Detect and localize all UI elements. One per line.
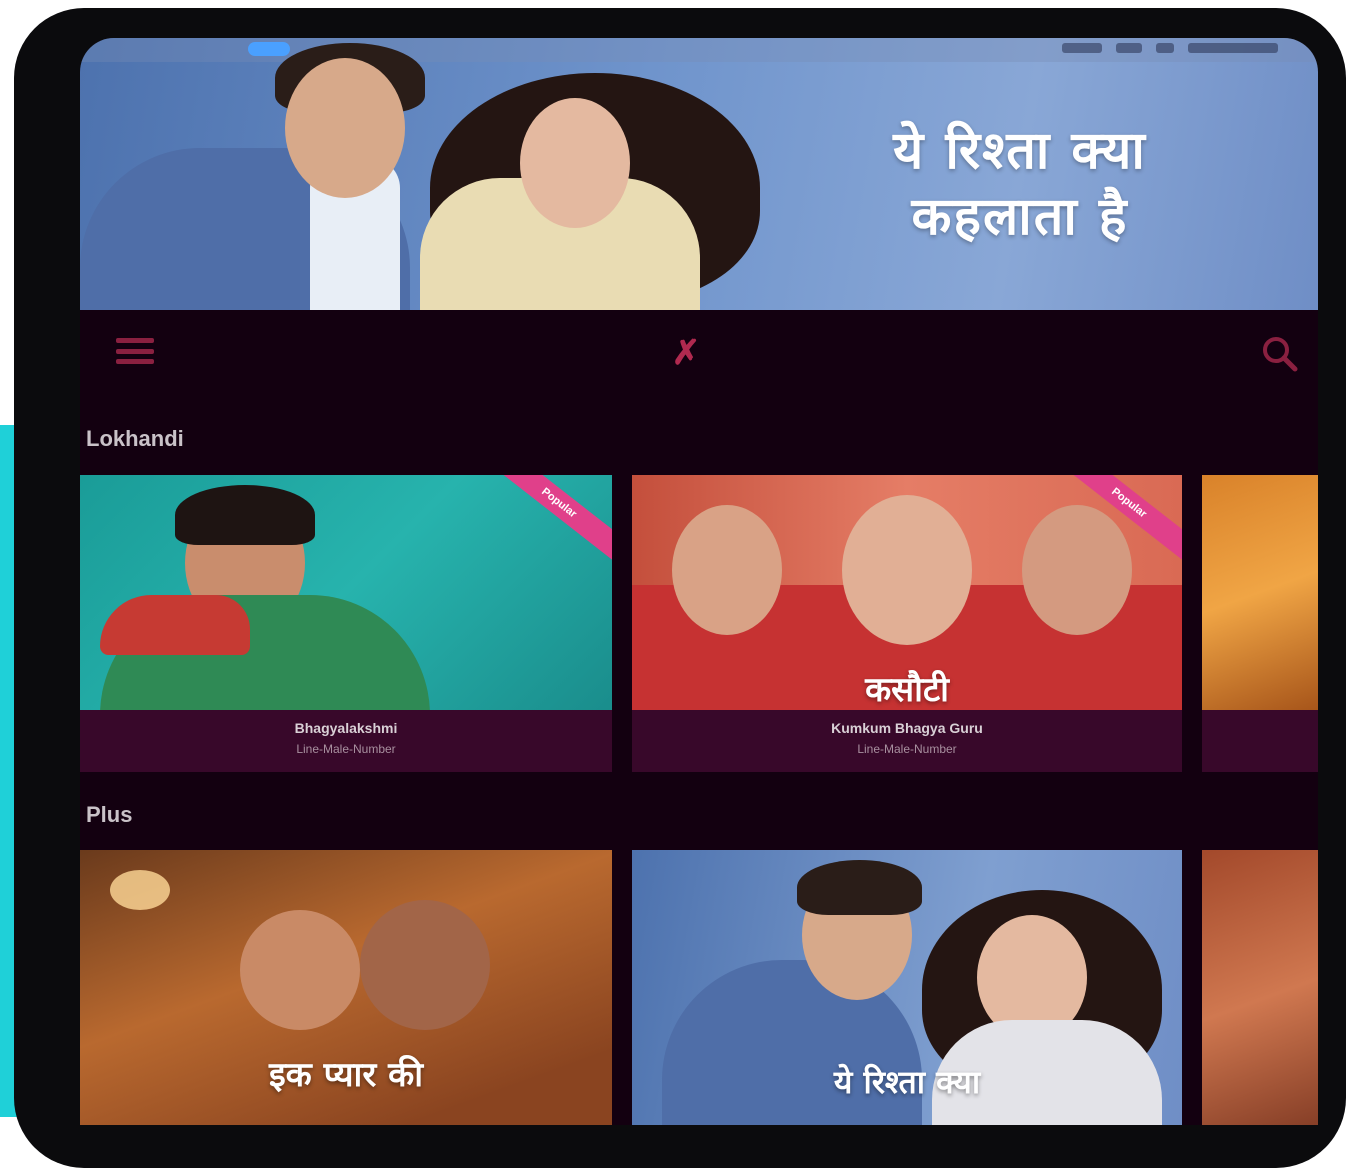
thumb-saree-border	[100, 595, 250, 655]
show-thumbnail: कसौटी	[632, 475, 1182, 710]
search-icon[interactable]	[1260, 334, 1298, 372]
thumb-light	[110, 870, 170, 910]
card-title: Bhagyalakshmi	[294, 720, 398, 736]
hamburger-menu-icon[interactable]	[116, 338, 154, 364]
show-thumbnail: इक प्यार की	[80, 850, 612, 1125]
network-icon	[1156, 43, 1174, 53]
show-thumbnail: ये रिश्ता क्या	[632, 850, 1182, 1125]
show-card-4[interactable]: इक प्यार की	[80, 850, 612, 1125]
phone-frame: ये रिश्ता क्या कहलाता है ✗ Lokhandi Popu…	[14, 8, 1346, 1168]
show-card-5[interactable]: ये रिश्ता क्या	[632, 850, 1182, 1125]
card-subtitle: Line-Male-Number	[857, 742, 957, 756]
wifi-icon	[1116, 43, 1142, 53]
hero-woman-face	[520, 98, 630, 228]
hero-man-face	[285, 58, 405, 198]
carousel-row-lokhandi: Popular Bhagyalakshmi Line-Male-Number क…	[80, 475, 1318, 775]
thumb-hair	[797, 860, 922, 915]
hero-title: ये रिश्ता क्या कहलाता है	[760, 118, 1280, 250]
thumb-face	[240, 910, 360, 1030]
hero-banner[interactable]: ये रिश्ता क्या कहलाता है	[80, 38, 1318, 310]
poster-title: इक प्यार की	[268, 1055, 424, 1095]
show-card-3[interactable]	[1202, 475, 1318, 775]
status-icons	[978, 43, 1278, 55]
menu-line	[116, 348, 154, 354]
menu-line	[116, 338, 154, 343]
poster-title: कसौटी	[865, 670, 949, 710]
battery-icon	[1188, 43, 1278, 53]
status-indicator	[248, 42, 290, 56]
top-nav-bar: ✗	[80, 310, 1318, 398]
show-thumbnail	[1202, 850, 1318, 1125]
signal-icon	[1062, 43, 1102, 53]
show-card-6[interactable]	[1202, 850, 1318, 1125]
hero-title-line-1: ये रिश्ता क्या	[893, 121, 1147, 181]
thumb-face	[842, 495, 972, 645]
section-title-plus: Plus	[86, 802, 133, 827]
poster-title: ये रिश्ता क्या	[833, 1063, 981, 1101]
carousel-row-plus: इक प्यार की ये रिश्ता क्या	[80, 850, 1318, 1125]
card-info: Bhagyalakshmi Line-Male-Number	[80, 710, 612, 772]
app-logo-icon[interactable]: ✗	[665, 336, 707, 370]
section-title-lokhandi: Lokhandi	[86, 426, 184, 451]
card-info: Kumkum Bhagya Guru Line-Male-Number	[632, 710, 1182, 772]
show-card-1[interactable]: Popular Bhagyalakshmi Line-Male-Number	[80, 475, 612, 775]
show-thumbnail	[1202, 475, 1318, 710]
show-thumbnail	[80, 475, 612, 710]
card-info	[1202, 710, 1318, 772]
hero-title-line-2: कहलाता है	[911, 187, 1129, 247]
app-screen: ये रिश्ता क्या कहलाता है ✗ Lokhandi Popu…	[80, 38, 1318, 1125]
thumb-face	[360, 900, 490, 1030]
thumb-face	[1022, 505, 1132, 635]
thumb-face	[672, 505, 782, 635]
thumb-hair	[175, 485, 315, 545]
card-title: Kumkum Bhagya Guru	[831, 720, 983, 736]
status-bar	[80, 38, 1318, 62]
menu-line	[116, 359, 154, 364]
card-subtitle: Line-Male-Number	[296, 742, 396, 756]
show-card-2[interactable]: कसौटी Popular Kumkum Bhagya Guru Line-Ma…	[632, 475, 1182, 775]
